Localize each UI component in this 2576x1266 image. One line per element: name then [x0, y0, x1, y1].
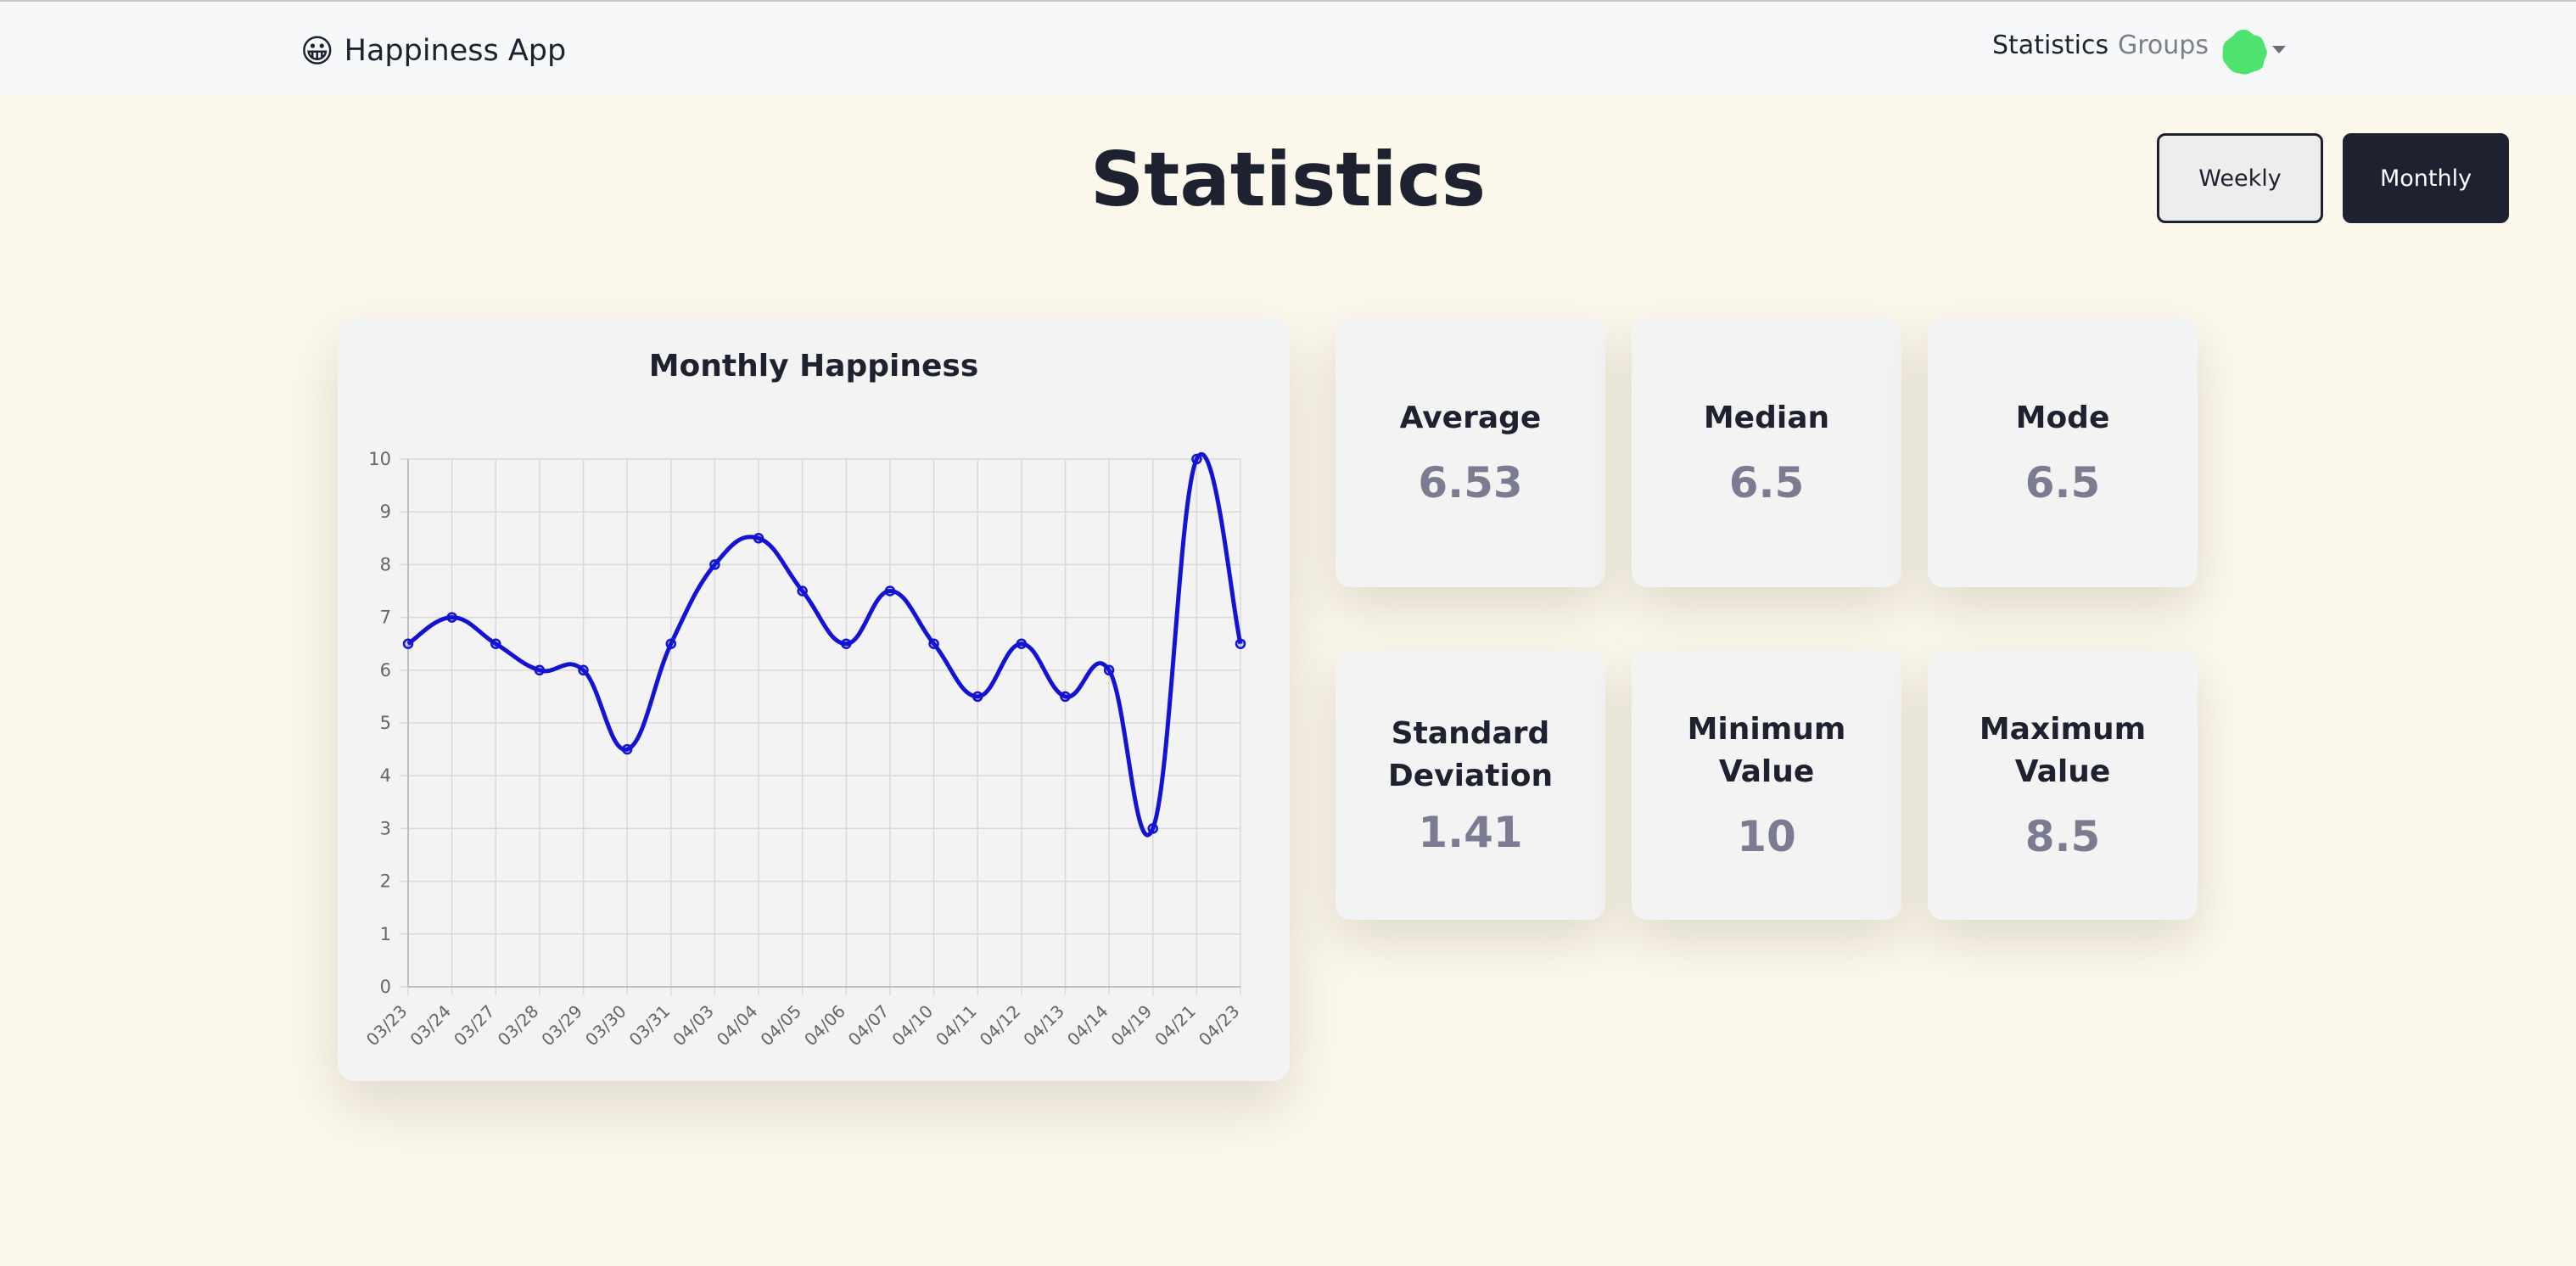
stat-label: Average	[1399, 401, 1542, 435]
data-point	[972, 691, 983, 703]
line-chart: Monthly Happiness01234567891003/2303/240…	[362, 349, 1246, 1050]
stat-value: 6.5	[1728, 458, 1805, 507]
data-point	[1103, 664, 1115, 676]
y-tick-label: 9	[380, 501, 391, 522]
stat-label: Standard Deviation	[1387, 716, 1554, 793]
stat-value: 1.41	[1418, 808, 1523, 857]
chart-card: Monthly Happiness 0 1 2 3 4 5 6 7 8 9 10 03/23 03/24 0…	[338, 317, 1290, 1081]
data-point	[753, 533, 764, 544]
data-point	[928, 638, 939, 649]
stat-label: Minimum Value	[1687, 712, 1846, 789]
data-point	[490, 638, 501, 649]
x-tick-label: 04/10	[888, 1001, 937, 1050]
y-tick-label: 0	[380, 977, 391, 997]
x-tick-label: 04/04	[713, 1001, 762, 1050]
stat-card-minimum-value: Minimum Value 10	[1632, 650, 1901, 920]
stat-card-standard-deviation: Standard Deviation 1.41	[1336, 650, 1605, 920]
x-tick-label: 03/31	[625, 1001, 675, 1050]
y-tick-label: 1	[380, 924, 391, 944]
stat-card-maximum-value: Maximum Value 8.5	[1928, 650, 2198, 920]
x-tick-label: 03/28	[494, 1001, 543, 1050]
y-tick-label: 10	[368, 449, 391, 469]
y-tick-label: 2	[380, 871, 391, 892]
stat-label: Median	[1703, 401, 1830, 435]
x-tick-label: 03/23	[362, 1001, 412, 1050]
data-point	[621, 743, 633, 755]
x-tick-label: 04/14	[1063, 1001, 1112, 1050]
x-tick-label: 04/06	[800, 1001, 849, 1050]
data-point	[1235, 638, 1246, 649]
x-tick-label: 04/19	[1107, 1001, 1156, 1050]
weekly-button[interactable]: Weekly	[2157, 133, 2323, 223]
y-tick-label: 7	[380, 608, 391, 628]
nav-link-statistics[interactable]: Statistics	[1992, 29, 2108, 63]
x-tick-label: 04/21	[1151, 1001, 1200, 1050]
data-point	[797, 585, 808, 597]
stat-value: 6.53	[1418, 458, 1523, 507]
stat-card-mode: Mode 6.5	[1928, 317, 2198, 587]
monthly-button[interactable]: Monthly	[2343, 133, 2509, 223]
x-tick-label: 03/30	[581, 1001, 630, 1050]
data-point	[884, 585, 896, 597]
data-point	[1147, 823, 1158, 834]
data-point	[841, 638, 852, 649]
stat-label: Mode	[2015, 401, 2110, 435]
data-point	[578, 664, 589, 676]
stat-value: 6.5	[2024, 458, 2101, 507]
y-tick-label: 3	[380, 818, 391, 838]
y-tick-label: 8	[380, 554, 391, 574]
x-tick-label: 04/05	[756, 1001, 805, 1050]
x-tick-label: 03/24	[406, 1001, 455, 1050]
data-point	[446, 612, 457, 623]
y-tick-label: 4	[380, 765, 391, 786]
nav-link-groups[interactable]: Groups	[2118, 29, 2209, 63]
y-tick-label: 6	[380, 660, 391, 681]
x-tick-label: 04/03	[669, 1001, 718, 1050]
avatar-shape	[2222, 30, 2267, 75]
data-point	[402, 638, 414, 649]
stat-card-average: Average 6.53	[1336, 317, 1605, 587]
smiley-icon: 😀	[300, 32, 334, 70]
stat-value: 10	[1737, 812, 1796, 861]
x-tick-label: 03/27	[450, 1001, 499, 1050]
x-tick-label: 04/23	[1195, 1001, 1244, 1050]
stat-card-median: Median 6.5	[1632, 317, 1901, 587]
data-point	[1016, 638, 1028, 649]
x-tick-label: 04/07	[844, 1001, 893, 1050]
data-point	[534, 664, 546, 676]
data-point	[1060, 691, 1071, 703]
chart-title: Monthly Happiness	[649, 349, 979, 384]
x-tick-label: 04/11	[932, 1001, 981, 1050]
brand-link[interactable]: 😀 Happiness App	[300, 27, 566, 75]
data-point	[665, 638, 677, 649]
stat-value: 8.5	[2024, 812, 2101, 861]
y-tick-label: 5	[380, 713, 391, 733]
chevron-down-icon[interactable]	[2272, 46, 2286, 53]
avatar[interactable]	[2220, 27, 2269, 76]
brand-name: Happiness App	[344, 34, 567, 68]
data-point	[1191, 453, 1202, 465]
data-point	[709, 559, 720, 570]
navbar: 😀 Happiness App Statistics Groups	[0, 0, 2576, 94]
stat-label: Maximum Value	[1979, 712, 2147, 789]
x-tick-label: 03/29	[537, 1001, 586, 1050]
x-tick-label: 04/12	[976, 1001, 1025, 1050]
x-tick-label: 04/13	[1019, 1001, 1068, 1050]
